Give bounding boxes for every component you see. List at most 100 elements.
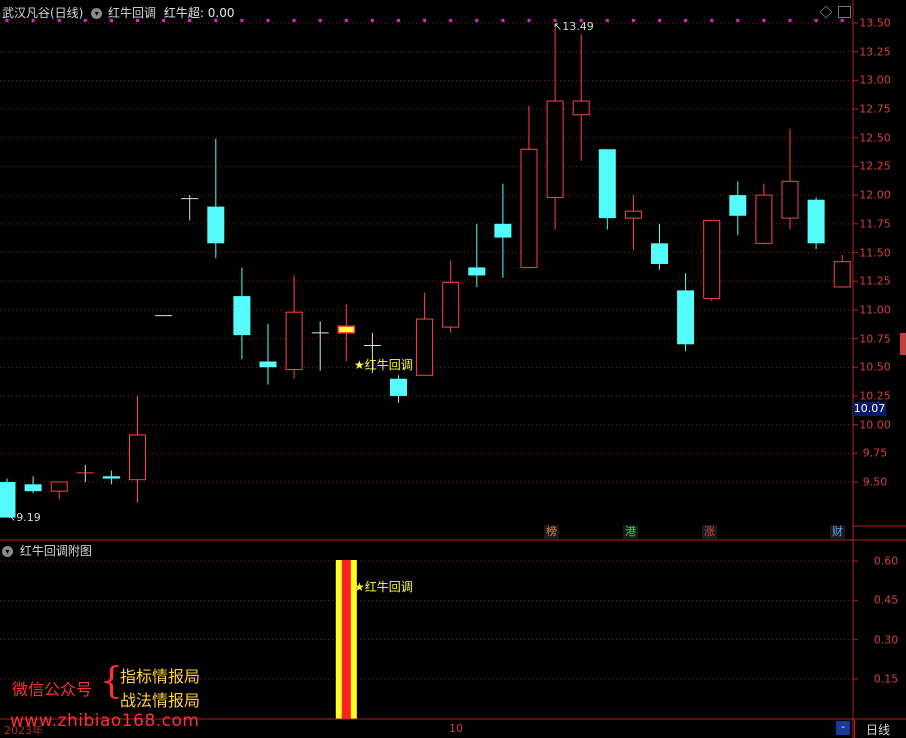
price-tick: 12.75 [859,102,891,116]
price-tick: 11.50 [859,246,891,259]
signal-dot [527,19,531,22]
candle [624,195,642,251]
price-tick: 12.25 [859,159,891,173]
candle [76,464,94,482]
price-tick: 9.50 [862,475,888,489]
candle-body [781,180,799,219]
candle-body-signal [337,325,356,334]
candle [468,223,486,287]
signal-dot [57,19,61,22]
candle-body [259,361,277,368]
candle-body [390,378,407,396]
candle-body [807,199,825,244]
candle [181,195,199,221]
candle [598,149,616,230]
signal-dot [397,19,400,22]
candle-body [494,223,512,238]
signal-label-main: ★红牛回调 [354,358,413,372]
period-tab[interactable]: 日线 [854,719,906,738]
candle [703,219,721,301]
candles-layer [0,24,851,518]
candle [833,254,851,288]
price-tick: 12.50 [859,131,891,145]
signal-dot [266,19,270,22]
chart-plot [0,0,906,738]
candle-body [50,481,68,492]
price-tick: 10.00 [859,418,891,432]
candle [390,375,407,403]
signal-bar-core [341,560,351,719]
candle-body [546,100,564,198]
price-tick: 11.25 [859,274,891,288]
candle [285,275,303,379]
sub-tick: 0.30 [873,633,899,647]
signal-dot [136,19,139,22]
price-tick: 13.25 [859,45,891,59]
signal-dot [5,19,9,22]
price-tick: 11.75 [859,217,891,231]
candle [651,223,668,270]
watermark-line1: 指标情报局 [120,667,201,686]
candle [781,128,799,230]
candle-body [442,281,460,328]
candle-body [598,149,616,219]
sub-panel-header: ▾ 红牛回调附图 [2,542,92,559]
price-tick: 10.25 [859,389,891,403]
candle [102,470,120,485]
candle [442,260,460,333]
candle [729,181,747,236]
badge-cai[interactable]: 财 [830,525,845,539]
arrow-left-icon: ↖ [553,20,563,33]
badge-zhang[interactable]: 涨 [702,525,717,539]
signal-dot [188,19,192,22]
sub-tick: 0.15 [873,672,899,686]
candle [337,304,356,362]
price-tick: 11.00 [859,303,891,317]
footer-year: 2023年 [4,724,43,737]
chevron-down-icon[interactable]: ▾ [2,546,13,557]
watermark-wechat: 微信公众号 [12,680,93,699]
low-annotation: ↖9.19 [7,511,41,524]
signal-dot [214,19,218,22]
signal-dot [109,19,113,22]
candle-body [207,206,225,244]
badge-bang[interactable]: 榜 [544,525,559,539]
badge-gang[interactable]: 港 [623,525,638,539]
price-tick: 10.75 [859,332,891,346]
signal-dot [501,19,505,22]
candle [50,481,68,500]
candle [129,395,146,503]
candle-body [703,219,721,299]
signal-dot [370,19,374,22]
main-grid [0,22,858,483]
high-annotation: ↖13.49 [553,20,594,33]
signal-dot [162,19,166,22]
watermark-line2: 战法情报局 [120,691,201,710]
minus-icon[interactable]: - [836,721,850,735]
candle-body [102,476,120,479]
signal-dot [240,19,244,22]
candle-body [677,290,695,345]
period-label: 日线 [866,723,891,737]
sub-panel-title[interactable]: 红牛回调附图 [20,544,92,558]
signal-dot [684,19,688,22]
candle [233,267,251,360]
signal-dot [31,19,35,22]
signal-dot [840,19,844,22]
price-tick: 13.00 [859,73,891,87]
candle [572,34,590,161]
signal-dot [814,19,818,22]
sub-tick: 0.60 [873,554,899,568]
candle-body [729,195,747,216]
signal-dot [449,19,453,22]
signal-dot [658,19,661,22]
candle [259,323,277,385]
candle-body [755,194,773,244]
candle [416,292,434,376]
candle-body [129,434,146,481]
candle-body [624,210,642,219]
price-tick: 9.75 [862,446,888,460]
candle-body [416,318,434,376]
candle [546,24,564,230]
candle-body [24,484,42,492]
